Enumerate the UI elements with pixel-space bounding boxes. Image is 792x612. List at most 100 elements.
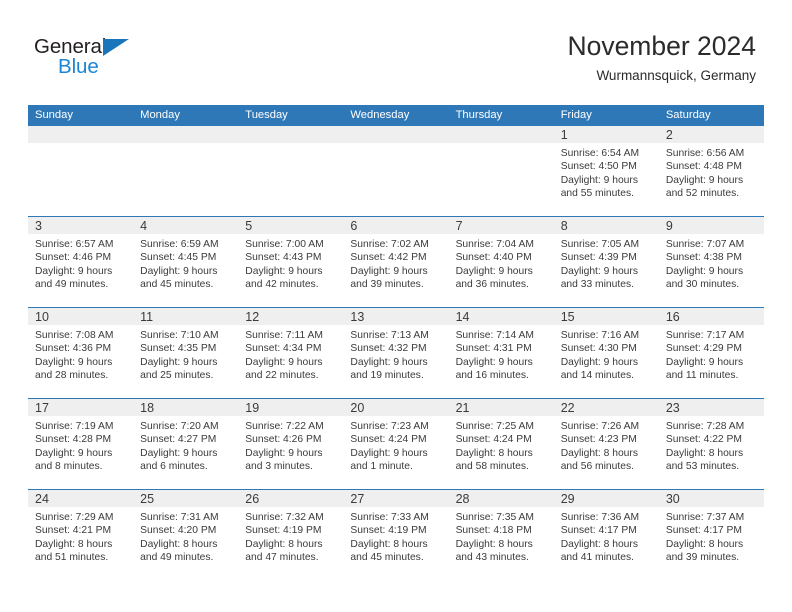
calendar-day-cell[interactable]: 10 Sunrise: 7:08 AM Sunset: 4:36 PM Dayligh…	[28, 307, 134, 399]
day-detail-line: and 28 minutes.	[35, 370, 109, 382]
day-number: 12	[238, 308, 344, 325]
day-detail-line: Sunset: 4:34 PM	[245, 343, 322, 355]
calendar-day-cell[interactable]: 18 Sunrise: 7:20 AM Sunset: 4:27 PM Dayligh…	[133, 398, 239, 490]
day-detail-line: Daylight: 9 hours	[140, 356, 218, 368]
day-detail-line: Sunset: 4:48 PM	[665, 161, 742, 173]
calendar-day-cell[interactable]: 21 Sunrise: 7:25 AM Sunset: 4:24 PM Dayligh…	[448, 398, 554, 490]
calendar-day-cell[interactable]: 22 Sunrise: 7:26 AM Sunset: 4:23 PM Dayligh…	[553, 398, 659, 490]
calendar-day-cell[interactable]: 2 Sunrise: 6:56 AM Sunset: 4:48 PM Daylight…	[658, 126, 764, 217]
day-number: 1	[553, 126, 659, 143]
day-detail-line: Daylight: 8 hours	[665, 538, 744, 550]
day-detail-line: Sunrise: 7:11 AM	[245, 330, 323, 341]
calendar-day-cell[interactable]: 23 Sunrise: 7:28 AM Sunset: 4:22 PM Dayligh…	[658, 398, 764, 490]
day-detail-line: Daylight: 9 hours	[350, 265, 428, 277]
calendar-day-cell[interactable]: 8 Sunrise: 7:05 AM Sunset: 4:39 PM Daylight…	[553, 216, 659, 308]
day-details: Sunrise: 7:02 AM Sunset: 4:42 PM Daylight:…	[343, 234, 448, 292]
day-detail-line: and 30 minutes.	[665, 279, 740, 291]
day-detail-line: Sunrise: 7:17 AM	[665, 330, 745, 341]
day-detail-line: Daylight: 9 hours	[665, 356, 744, 368]
day-detail-line: and 22 minutes.	[245, 370, 319, 382]
day-detail-line: Sunset: 4:28 PM	[35, 434, 112, 446]
general-blue-logo[interactable]: General Blue	[34, 36, 154, 84]
day-detail-line: Daylight: 9 hours	[560, 174, 638, 186]
day-number: 11	[133, 308, 239, 325]
calendar-day-cell[interactable]: 26 Sunrise: 7:32 AM Sunset: 4:19 PM Dayligh…	[238, 489, 344, 580]
calendar-day-cell[interactable]: 16 Sunrise: 7:17 AM Sunset: 4:29 PM Dayligh…	[658, 307, 764, 399]
day-detail-line: Sunrise: 7:35 AM	[455, 512, 534, 523]
day-detail-line: and 58 minutes.	[455, 461, 529, 473]
day-detail-line: Sunset: 4:29 PM	[665, 343, 742, 355]
day-number: 29	[553, 490, 659, 507]
day-detail-line: Sunrise: 7:32 AM	[245, 512, 324, 523]
calendar-day-cell[interactable]: 7 Sunrise: 7:04 AM Sunset: 4:40 PM Daylight…	[448, 216, 554, 308]
calendar-day-cell[interactable]: 4 Sunrise: 6:59 AM Sunset: 4:45 PM Daylight…	[133, 216, 239, 308]
day-number	[343, 126, 449, 143]
calendar-day-cell[interactable]: 25 Sunrise: 7:31 AM Sunset: 4:20 PM Dayligh…	[133, 489, 239, 580]
day-number: 20	[343, 399, 449, 416]
page-title: November 2024	[567, 31, 756, 61]
day-detail-line: Sunset: 4:19 PM	[350, 525, 427, 537]
calendar-day-cell[interactable]: 19 Sunrise: 7:22 AM Sunset: 4:26 PM Dayligh…	[238, 398, 344, 490]
day-detail-line: Daylight: 9 hours	[245, 447, 323, 459]
day-detail-line: Sunrise: 7:08 AM	[35, 330, 114, 341]
calendar-day-cell[interactable]: 20 Sunrise: 7:23 AM Sunset: 4:24 PM Dayligh…	[343, 398, 449, 490]
day-detail-line: and 49 minutes.	[35, 279, 109, 291]
calendar-day-cell[interactable]: 29 Sunrise: 7:36 AM Sunset: 4:17 PM Dayligh…	[553, 489, 659, 580]
day-number	[238, 126, 344, 143]
day-detail-line: Daylight: 8 hours	[455, 447, 533, 459]
calendar-week-row: 17 Sunrise: 7:19 AM Sunset: 4:28 PM Dayligh…	[28, 398, 764, 490]
day-detail-line: and 45 minutes.	[350, 552, 424, 564]
day-detail-line: Daylight: 8 hours	[665, 447, 744, 459]
day-detail-line: Sunrise: 6:57 AM	[35, 239, 114, 250]
day-details: Sunrise: 6:54 AM Sunset: 4:50 PM Daylight:…	[554, 143, 659, 201]
day-details: Sunrise: 7:29 AM Sunset: 4:21 PM Daylight:…	[28, 507, 133, 565]
calendar-day-cell[interactable]: 17 Sunrise: 7:19 AM Sunset: 4:28 PM Dayligh…	[28, 398, 134, 490]
logo-text-blue: Blue	[58, 55, 99, 78]
day-detail-line: Sunset: 4:39 PM	[560, 252, 637, 264]
calendar-day-cell[interactable]: 13 Sunrise: 7:13 AM Sunset: 4:32 PM Dayligh…	[343, 307, 449, 399]
day-details: Sunrise: 7:22 AM Sunset: 4:26 PM Daylight:…	[238, 416, 343, 474]
calendar-day-cell[interactable]: 27 Sunrise: 7:33 AM Sunset: 4:19 PM Dayligh…	[343, 489, 449, 580]
calendar-week-row: 24 Sunrise: 7:29 AM Sunset: 4:21 PM Dayligh…	[28, 489, 764, 580]
day-detail-line: Daylight: 9 hours	[140, 265, 218, 277]
day-detail-line: Sunset: 4:24 PM	[455, 434, 532, 446]
day-details: Sunrise: 7:26 AM Sunset: 4:23 PM Daylight:…	[554, 416, 659, 474]
calendar-header-row: Sunday Monday Tuesday Wednesday Thursday Frid…	[28, 105, 764, 126]
day-detail-line: and 51 minutes.	[35, 552, 109, 564]
calendar-day-cell[interactable]: 30 Sunrise: 7:37 AM Sunset: 4:17 PM Dayligh…	[658, 489, 764, 580]
day-detail-line: Daylight: 8 hours	[455, 538, 533, 550]
calendar-body: 1 Sunrise: 6:54 AM Sunset: 4:50 PM Daylight…	[28, 126, 764, 580]
calendar-day-cell[interactable]: 12 Sunrise: 7:11 AM Sunset: 4:34 PM Dayligh…	[238, 307, 344, 399]
calendar-day-cell[interactable]: 5 Sunrise: 7:00 AM Sunset: 4:43 PM Daylight…	[238, 216, 344, 308]
calendar-day-cell[interactable]: 24 Sunrise: 7:29 AM Sunset: 4:21 PM Dayligh…	[28, 489, 134, 580]
calendar-day-cell[interactable]: 1 Sunrise: 6:54 AM Sunset: 4:50 PM Daylight…	[553, 126, 659, 217]
calendar-day-cell[interactable]: 14 Sunrise: 7:14 AM Sunset: 4:31 PM Dayligh…	[448, 307, 554, 399]
day-number: 2	[658, 126, 764, 143]
day-number: 8	[553, 217, 659, 234]
calendar-day-cell[interactable]: 6 Sunrise: 7:02 AM Sunset: 4:42 PM Daylight…	[343, 216, 449, 308]
day-detail-line: and 55 minutes.	[560, 188, 634, 200]
day-detail-line: Sunset: 4:31 PM	[455, 343, 532, 355]
day-details: Sunrise: 7:31 AM Sunset: 4:20 PM Daylight:…	[133, 507, 238, 565]
day-detail-line: Sunrise: 7:14 AM	[455, 330, 534, 341]
day-detail-line: Sunrise: 7:05 AM	[560, 239, 640, 250]
day-details: Sunrise: 7:37 AM Sunset: 4:17 PM Daylight:…	[659, 507, 764, 565]
calendar-day-cell[interactable]: 28 Sunrise: 7:35 AM Sunset: 4:18 PM Dayligh…	[448, 489, 554, 580]
day-details: Sunrise: 7:32 AM Sunset: 4:19 PM Daylight:…	[238, 507, 343, 565]
calendar-day-cell[interactable]: 15 Sunrise: 7:16 AM Sunset: 4:30 PM Dayligh…	[553, 307, 659, 399]
calendar-day-cell[interactable]: 11 Sunrise: 7:10 AM Sunset: 4:35 PM Dayligh…	[133, 307, 239, 399]
calendar-day-cell-empty	[238, 126, 344, 217]
day-number: 21	[448, 399, 554, 416]
day-number: 28	[448, 490, 554, 507]
day-detail-line: Sunset: 4:30 PM	[560, 343, 637, 355]
day-number: 13	[343, 308, 449, 325]
day-detail-line: and 39 minutes.	[350, 279, 424, 291]
day-detail-line: and 11 minutes.	[665, 370, 739, 382]
calendar-day-cell[interactable]: 9 Sunrise: 7:07 AM Sunset: 4:38 PM Daylight…	[658, 216, 764, 308]
day-number: 30	[658, 490, 764, 507]
day-details	[238, 143, 343, 147]
day-detail-line: and 47 minutes.	[245, 552, 319, 564]
calendar-day-cell[interactable]: 3 Sunrise: 6:57 AM Sunset: 4:46 PM Daylight…	[28, 216, 134, 308]
day-details: Sunrise: 7:04 AM Sunset: 4:40 PM Daylight:…	[449, 234, 554, 292]
day-number	[133, 126, 239, 143]
